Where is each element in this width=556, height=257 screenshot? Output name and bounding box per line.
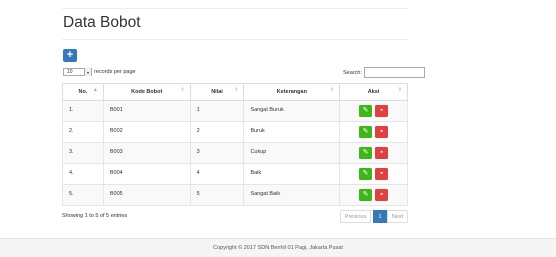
table-header-row: No. ▲ Kode Bobot ⇕ Nilai ⇕ Keterangan ⇕ Aksi… xyxy=(62,83,408,101)
search-input[interactable] xyxy=(363,67,425,78)
records-per-page-control: 10 ▾ records per page xyxy=(63,68,136,76)
cell-no: 1. xyxy=(62,100,104,122)
trash-icon: ▪ xyxy=(380,107,383,114)
table-row: 3. B003 3 Cukup ✎ ▪ xyxy=(62,142,408,164)
trash-icon: ▪ xyxy=(380,170,383,177)
search-label: Search: xyxy=(343,69,362,76)
cell-keterangan: Sangat Buruk xyxy=(243,100,341,122)
pencil-icon: ✎ xyxy=(362,149,369,156)
column-header-aksi[interactable]: Aksi ⇕ xyxy=(339,83,408,101)
sort-icon: ⇕ xyxy=(180,87,185,93)
column-header-kode-bobot[interactable]: Kode Bobot ⇕ xyxy=(102,83,191,101)
cell-nilai: 5 xyxy=(189,184,245,206)
column-header-nilai[interactable]: Nilai ⇕ xyxy=(189,83,245,101)
cell-keterangan: Cukup xyxy=(243,142,341,164)
delete-button[interactable]: ▪ xyxy=(375,168,389,180)
edit-button[interactable]: ✎ xyxy=(359,105,373,117)
trash-icon: ▪ xyxy=(380,149,383,156)
cell-no: 5. xyxy=(62,184,104,206)
cell-no: 3. xyxy=(62,142,104,164)
table-row: 4. B004 4 Baik ✎ ▪ xyxy=(62,163,408,185)
cell-no: 4. xyxy=(62,163,104,185)
cell-nilai: 2 xyxy=(189,121,245,143)
delete-button[interactable]: ▪ xyxy=(375,126,389,138)
add-button[interactable]: + xyxy=(63,49,77,62)
pencil-icon: ✎ xyxy=(362,128,369,135)
cell-kode-bobot: B001 xyxy=(102,100,191,122)
table-row: 5. B005 5 Sangat Baik ✎ ▪ xyxy=(62,184,408,206)
edit-button[interactable]: ✎ xyxy=(359,126,373,138)
records-per-page-label: records per page xyxy=(94,69,136,75)
previous-page-button[interactable]: Previous xyxy=(340,210,371,223)
sort-icon: ⇕ xyxy=(397,87,402,93)
plus-icon: + xyxy=(66,49,74,61)
cell-nilai: 3 xyxy=(189,142,245,164)
cell-aksi: ✎ ▪ xyxy=(339,142,408,164)
pagination: Previous 1 Next xyxy=(340,210,408,223)
column-header-keterangan[interactable]: Keterangan ⇕ xyxy=(243,83,341,101)
cell-keterangan: Sangat Baik xyxy=(243,184,341,206)
page-title: Data Bobot xyxy=(63,14,141,31)
page: Data Bobot + 10 ▾ records per page Searc… xyxy=(0,0,556,257)
table-row: 2. B002 2 Buruk ✎ ▪ xyxy=(62,121,408,143)
delete-button[interactable]: ▪ xyxy=(375,147,389,159)
sort-icon: ⇕ xyxy=(329,87,335,93)
divider xyxy=(62,8,408,9)
trash-icon: ▪ xyxy=(380,128,383,135)
delete-button[interactable]: ▪ xyxy=(375,105,389,117)
cell-kode-bobot: B005 xyxy=(102,184,191,206)
records-per-page-select[interactable]: 10 ▾ xyxy=(63,68,92,76)
pencil-icon: ✎ xyxy=(362,191,369,198)
table-row: 1. B001 1 Sangat Buruk ✎ ▪ xyxy=(62,100,408,122)
data-table: No. ▲ Kode Bobot ⇕ Nilai ⇕ Keterangan ⇕ Aksi… xyxy=(62,83,408,206)
edit-button[interactable]: ✎ xyxy=(359,168,373,180)
divider xyxy=(62,39,408,40)
next-page-button[interactable]: Next xyxy=(387,210,408,223)
table-info: Showing 1 to 5 of 5 entries xyxy=(62,213,128,219)
sort-icon: ⇕ xyxy=(234,87,239,93)
cell-keterangan: Buruk xyxy=(243,121,341,143)
chevron-down-icon: ▾ xyxy=(84,68,91,76)
trash-icon: ▪ xyxy=(380,191,383,198)
cell-no: 2. xyxy=(62,121,104,143)
cell-aksi: ✎ ▪ xyxy=(339,184,408,206)
cell-keterangan: Baik xyxy=(243,163,341,185)
edit-button[interactable]: ✎ xyxy=(359,189,373,201)
cell-kode-bobot: B004 xyxy=(102,163,191,185)
sort-asc-icon: ▲ xyxy=(92,87,98,93)
column-header-no[interactable]: No. ▲ xyxy=(62,83,104,101)
pencil-icon: ✎ xyxy=(362,170,369,177)
footer-copyright: Copyright © 2017 SDN Benhil 01 Pagi, Jak… xyxy=(213,245,343,251)
cell-aksi: ✎ ▪ xyxy=(339,163,408,185)
pencil-icon: ✎ xyxy=(362,107,369,114)
cell-nilai: 1 xyxy=(189,100,245,122)
cell-aksi: ✎ ▪ xyxy=(339,121,408,143)
cell-aksi: ✎ ▪ xyxy=(339,100,408,122)
records-per-page-value: 10 xyxy=(67,69,73,75)
cell-kode-bobot: B003 xyxy=(102,142,191,164)
page-1-button[interactable]: 1 xyxy=(373,210,387,223)
search-control: Search: xyxy=(343,67,425,78)
delete-button[interactable]: ▪ xyxy=(375,189,389,201)
edit-button[interactable]: ✎ xyxy=(359,147,373,159)
cell-kode-bobot: B002 xyxy=(102,121,191,143)
cell-nilai: 4 xyxy=(189,163,245,185)
